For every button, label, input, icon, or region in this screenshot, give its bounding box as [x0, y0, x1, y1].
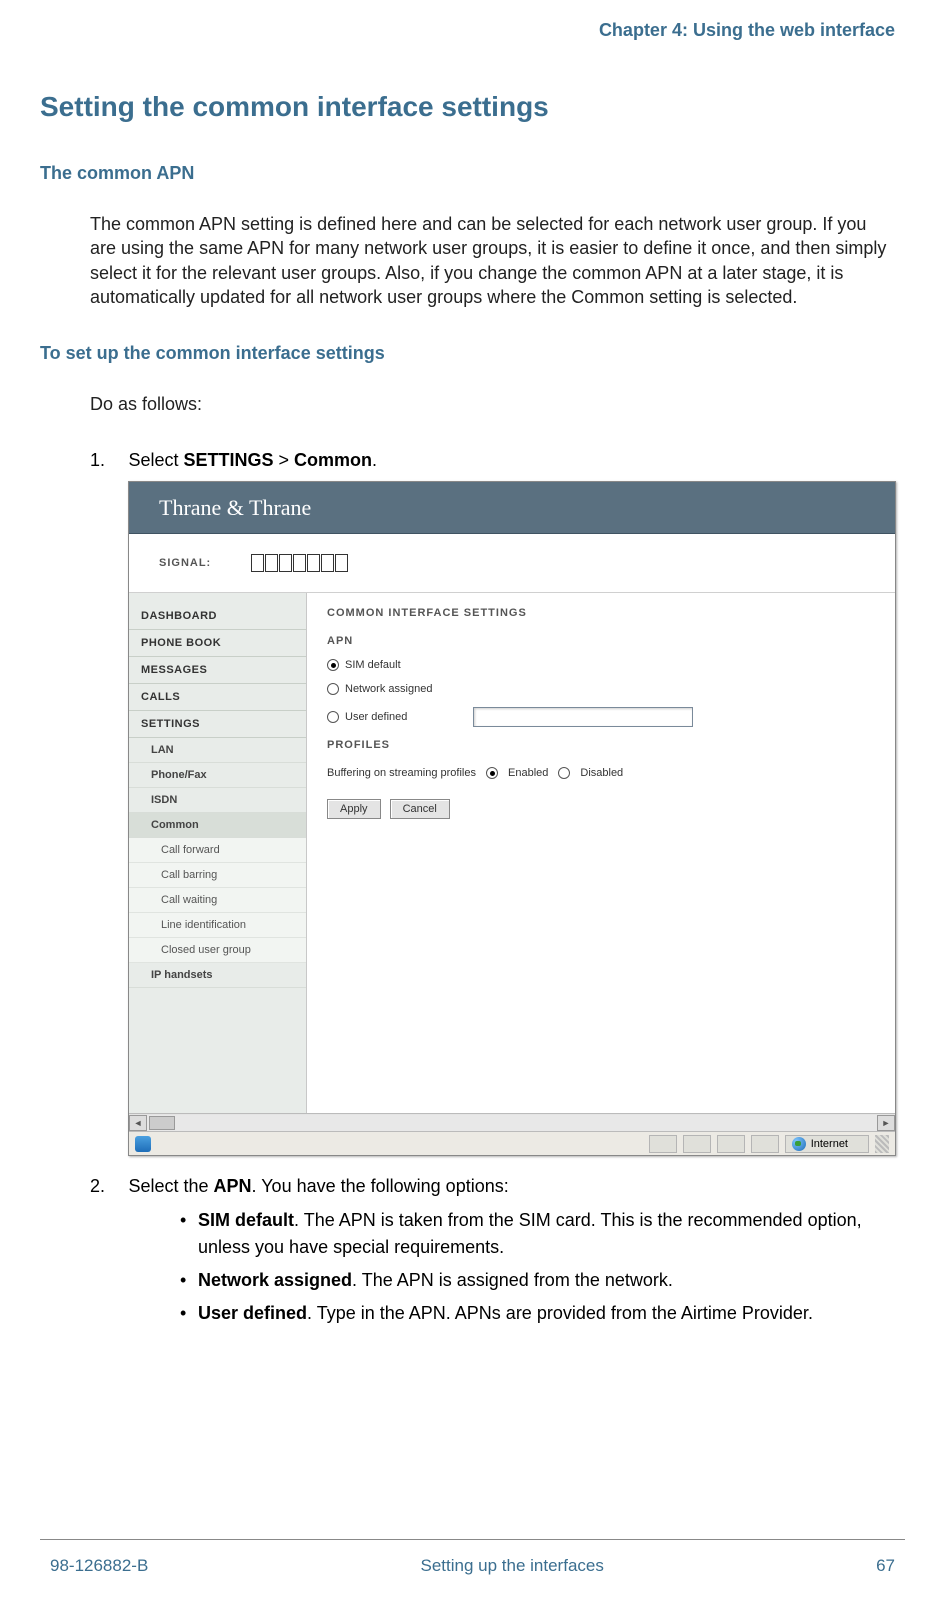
ss-scrollbar-horizontal[interactable]: ◄ ► — [129, 1113, 895, 1131]
ss-signal-label: SIGNAL: — [159, 557, 211, 569]
status-seg — [649, 1135, 677, 1153]
radio-network-assigned-label: Network assigned — [345, 683, 432, 695]
ss-signal-bar: SIGNAL: — [129, 534, 895, 593]
status-internet-zone[interactable]: Internet — [785, 1135, 869, 1153]
sidebar-item-calls[interactable]: CALLS — [129, 684, 306, 711]
radio-buffering-disabled[interactable] — [558, 767, 570, 779]
bullet-0-bold: SIM default — [198, 1210, 294, 1230]
footer-page-number: 67 — [876, 1556, 895, 1576]
ss-topbar: Thrane & Thrane — [129, 482, 895, 534]
ss-brand: Thrane & Thrane — [159, 495, 311, 521]
ie-page-icon — [135, 1136, 151, 1152]
buffering-label: Buffering on streaming profiles — [327, 767, 476, 779]
page-footer: 98-126882-B Setting up the interfaces 67 — [40, 1539, 905, 1604]
footer-doc-id: 98-126882-B — [50, 1556, 148, 1576]
step-2-text: Select the APN. You have the following o… — [128, 1176, 508, 1196]
step-1-pre: Select — [128, 450, 183, 470]
radio-user-defined[interactable] — [327, 711, 339, 723]
cancel-button[interactable]: Cancel — [390, 799, 450, 819]
status-seg — [751, 1135, 779, 1153]
sidebar-sub2-callforward[interactable]: Call forward — [129, 838, 306, 863]
status-internet-label: Internet — [811, 1138, 848, 1150]
radio-user-defined-label: User defined — [345, 711, 407, 723]
embedded-screenshot: Thrane & Thrane SIGNAL: DASHBOARD PHONE … — [128, 481, 896, 1156]
ss-sidebar: DASHBOARD PHONE BOOK MESSAGES CALLS SETT… — [129, 593, 307, 1113]
chapter-header: Chapter 4: Using the web interface — [40, 20, 895, 41]
ss-apn-label: APN — [327, 635, 875, 647]
step-1-number: 1. — [90, 450, 124, 471]
step-2-number: 2. — [90, 1176, 124, 1197]
sidebar-item-dashboard[interactable]: DASHBOARD — [129, 603, 306, 630]
ss-content-title: COMMON INTERFACE SETTINGS — [327, 607, 875, 619]
user-defined-apn-input[interactable] — [473, 707, 693, 727]
radio-buffering-enabled[interactable] — [486, 767, 498, 779]
bullet-0-rest: . The APN is taken from the SIM card. Th… — [198, 1210, 862, 1257]
bullet-1-bold: Network assigned — [198, 1270, 352, 1290]
sidebar-item-settings[interactable]: SETTINGS — [129, 711, 306, 738]
radio-network-assigned[interactable] — [327, 683, 339, 695]
sidebar-sub-isdn[interactable]: ISDN — [129, 788, 306, 813]
step-1-bold-2: Common — [294, 450, 372, 470]
resize-grip-icon[interactable] — [875, 1135, 889, 1153]
status-seg — [717, 1135, 745, 1153]
sidebar-sub-phonefax[interactable]: Phone/Fax — [129, 763, 306, 788]
status-seg — [683, 1135, 711, 1153]
scroll-thumb[interactable] — [149, 1116, 175, 1130]
bullet-user-defined: User defined. Type in the APN. APNs are … — [180, 1300, 895, 1327]
step-1-mid: > — [274, 450, 295, 470]
bullet-2-rest: . Type in the APN. APNs are provided fro… — [307, 1303, 813, 1323]
scroll-right-icon[interactable]: ► — [877, 1115, 895, 1131]
bullet-2-bold: User defined — [198, 1303, 307, 1323]
sidebar-sub-iphandsets[interactable]: IP handsets — [129, 963, 306, 988]
section-heading-apn: The common APN — [40, 163, 895, 184]
sidebar-sub-lan[interactable]: LAN — [129, 738, 306, 763]
radio-disabled-label: Disabled — [580, 767, 623, 779]
sidebar-sub2-lineid[interactable]: Line identification — [129, 913, 306, 938]
bullet-network-assigned: Network assigned. The APN is assigned fr… — [180, 1267, 895, 1294]
sidebar-sub2-callwaiting[interactable]: Call waiting — [129, 888, 306, 913]
sidebar-item-phonebook[interactable]: PHONE BOOK — [129, 630, 306, 657]
globe-icon — [792, 1137, 806, 1151]
sidebar-sub-common[interactable]: Common — [129, 813, 306, 838]
step-1-post: . — [372, 450, 377, 470]
step-2-post: . You have the following options: — [252, 1176, 509, 1196]
setup-intro: Do as follows: — [90, 392, 895, 416]
sidebar-item-messages[interactable]: MESSAGES — [129, 657, 306, 684]
footer-section-title: Setting up the interfaces — [148, 1556, 876, 1576]
ss-content: COMMON INTERFACE SETTINGS APN SIM defaul… — [307, 593, 895, 1113]
page-title: Setting the common interface settings — [40, 91, 895, 123]
step-2-bold: APN — [214, 1176, 252, 1196]
step-1-bold-1: SETTINGS — [183, 450, 273, 470]
radio-enabled-label: Enabled — [508, 767, 548, 779]
sidebar-sub2-callbarring[interactable]: Call barring — [129, 863, 306, 888]
bullet-1-rest: . The APN is assigned from the network. — [352, 1270, 673, 1290]
ss-status-bar: Internet — [129, 1131, 895, 1155]
sidebar-sub2-closedgroup[interactable]: Closed user group — [129, 938, 306, 963]
section-heading-setup: To set up the common interface settings — [40, 343, 895, 364]
step-1-text: Select SETTINGS > Common. — [128, 450, 377, 470]
radio-sim-default-label: SIM default — [345, 659, 401, 671]
apply-button[interactable]: Apply — [327, 799, 381, 819]
ss-profiles-label: PROFILES — [327, 739, 875, 751]
step-2-pre: Select the — [128, 1176, 213, 1196]
scroll-left-icon[interactable]: ◄ — [129, 1115, 147, 1131]
bullet-sim-default: SIM default. The APN is taken from the S… — [180, 1207, 895, 1261]
ss-signal-indicator — [251, 554, 348, 572]
apn-description: The common APN setting is defined here a… — [90, 212, 895, 309]
radio-sim-default[interactable] — [327, 659, 339, 671]
